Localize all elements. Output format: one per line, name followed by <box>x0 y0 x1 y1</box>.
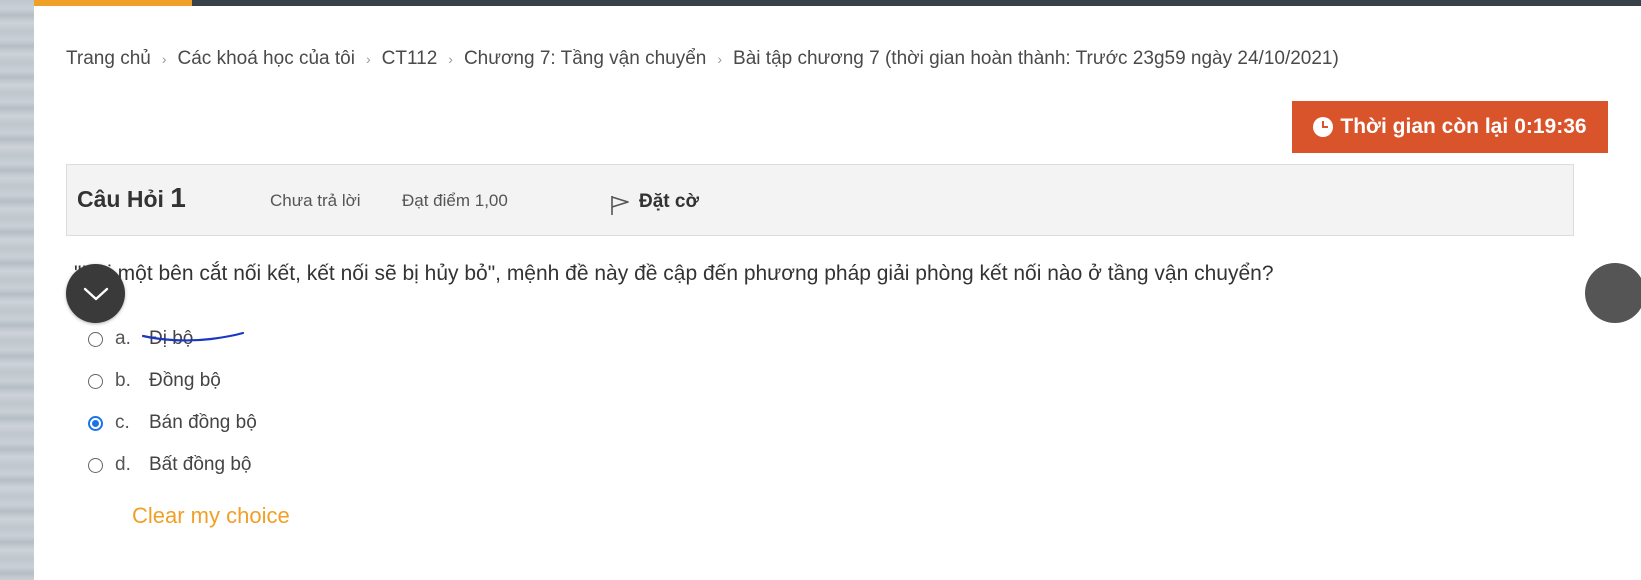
timer-value: 0:19:36 <box>1514 115 1587 138</box>
radio-c[interactable] <box>88 415 103 431</box>
question-text: "Khi một bên cắt nối kết, kết nối sẽ bị … <box>74 262 1274 285</box>
answer-letter: c. <box>115 412 130 433</box>
question-title-prefix: Câu Hỏi <box>77 186 164 212</box>
collapse-button[interactable] <box>66 264 125 323</box>
answer-text: Đị bộ <box>141 328 245 350</box>
answer-text: Đồng bộ <box>149 370 221 391</box>
answer-text: Bán đồng bộ <box>149 412 257 433</box>
chevron-right-icon: › <box>365 51 371 67</box>
breadcrumb-item-quiz[interactable]: Bài tập chương 7 (thời gian hoàn thành: … <box>733 48 1339 70</box>
timer-label: Thời gian còn lại <box>1340 115 1509 138</box>
question-number: 1 <box>170 182 186 213</box>
chevron-right-icon: › <box>161 51 167 67</box>
breadcrumb-item-home[interactable]: Trang chủ <box>66 48 151 70</box>
radio-b[interactable] <box>88 373 103 389</box>
clear-choice-link[interactable]: Clear my choice <box>132 503 290 529</box>
chevron-right-icon: › <box>448 51 453 67</box>
answer-option-d[interactable]: d. Bất đồng bộ <box>88 450 251 480</box>
chevron-right-icon: › <box>717 51 723 67</box>
window-left-edge <box>0 0 34 580</box>
handwritten-strike-mark <box>141 331 245 342</box>
time-remaining-badge: Thời gian còn lại 0:19:36 <box>1292 101 1608 153</box>
clock-icon <box>1313 117 1334 137</box>
answer-text: Bất đồng bộ <box>149 454 252 475</box>
flag-label: Đặt cờ <box>639 191 699 212</box>
answer-option-b[interactable]: b. Đồng bộ <box>88 366 221 396</box>
breadcrumb: Trang chủ › Các khoá học của tôi › CT112… <box>66 48 1339 70</box>
question-state: Chưa trả lời <box>270 191 361 210</box>
answer-option-a[interactable]: a. Đị bộ <box>88 324 245 354</box>
breadcrumb-item-chapter[interactable]: Chương 7: Tầng vận chuyển <box>464 48 706 70</box>
radio-d[interactable] <box>88 457 103 473</box>
question-title: Câu Hỏi 1 <box>77 182 186 214</box>
main-content: Trang chủ › Các khoá học của tôi › CT112… <box>34 6 1641 580</box>
chevron-down-icon <box>83 287 108 300</box>
flag-question-button[interactable]: Đặt cờ <box>609 188 699 216</box>
answer-option-c[interactable]: c. Bán đồng bộ <box>88 408 257 438</box>
question-mark: Đạt điểm 1,00 <box>402 191 508 210</box>
question-info-bar: Câu Hỏi 1 Chưa trả lời Đạt điểm 1,00 Đặt… <box>66 164 1574 236</box>
breadcrumb-item-course[interactable]: CT112 <box>382 48 438 70</box>
radio-a[interactable] <box>88 331 103 347</box>
breadcrumb-item-my-courses[interactable]: Các khoá học của tôi <box>178 48 355 70</box>
flag-icon <box>611 196 629 215</box>
answer-letter: b. <box>115 370 131 391</box>
answer-letter: d. <box>115 454 131 475</box>
side-drawer-toggle[interactable] <box>1585 263 1641 323</box>
